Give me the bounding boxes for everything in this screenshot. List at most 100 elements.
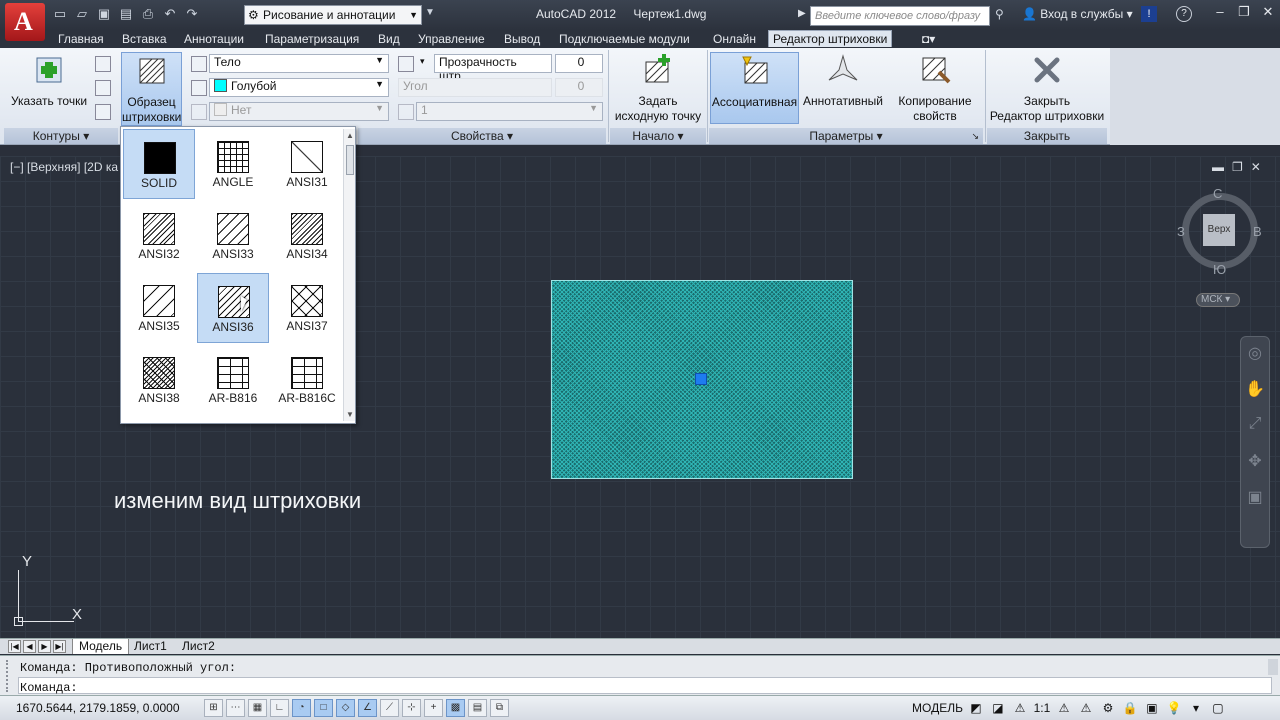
selection-cycling-icon[interactable]: ⧉ (490, 699, 509, 717)
pattern-solid[interactable]: SOLID (123, 129, 195, 199)
help-icon[interactable]: ? (1176, 6, 1192, 22)
hatch-type-select[interactable]: Тело ▼ (209, 54, 389, 73)
orbit-icon[interactable]: ✥ (1241, 451, 1269, 481)
pattern-ar-b816c[interactable]: AR-B816C (271, 345, 343, 415)
close-icon[interactable]: ✕ (1256, 0, 1280, 24)
tab-annotate[interactable]: Аннотации (180, 31, 248, 47)
ucs-menu[interactable]: МСК ▾ (1196, 293, 1240, 307)
transparency-toggle-icon[interactable]: ▩ (446, 699, 465, 717)
minimize-icon[interactable]: – (1208, 0, 1232, 24)
pattern-ansi31[interactable]: ANSI31 (271, 129, 343, 199)
pattern-ansi37[interactable]: ANSI37 (271, 273, 343, 343)
undo-icon[interactable]: ↶ (162, 6, 178, 22)
tab-view[interactable]: Вид (374, 31, 404, 47)
print-icon[interactable]: ⎙ (140, 6, 156, 22)
new-icon[interactable]: ▭ (52, 6, 68, 22)
lineweight-icon[interactable]: + (424, 699, 443, 717)
pattern-ansi34[interactable]: ANSI34 (271, 201, 343, 271)
prev-layout-icon[interactable]: ◀ (23, 640, 36, 653)
hatch-color-select[interactable]: Голубой ▼ (209, 78, 389, 97)
object-snap-tracking-icon[interactable]: ∠ (358, 699, 377, 717)
pattern-ansi35[interactable]: ANSI35 (123, 273, 195, 343)
select-objects-icon[interactable] (95, 56, 111, 72)
object-snap-icon[interactable]: □ (314, 699, 333, 717)
status-menu-icon[interactable]: ▾ (1187, 699, 1205, 717)
pan-icon[interactable]: ✋ (1241, 379, 1269, 409)
annotative-button[interactable]: Аннотативный (801, 54, 885, 124)
recreate-boundary-icon[interactable] (95, 104, 111, 120)
dynamic-input-icon[interactable]: ⊹ (402, 699, 421, 717)
annotation-scale-icon[interactable]: ⚠ (1011, 699, 1029, 717)
hatch-grip[interactable] (695, 373, 707, 385)
zoom-icon[interactable]: ⤢ (1241, 415, 1269, 445)
save-as-icon[interactable]: ▤ (118, 6, 134, 22)
tab-output[interactable]: Вывод (500, 31, 544, 47)
panel-options-label[interactable]: Параметры ▾ ↘ (709, 128, 983, 144)
close-hatch-editor-button[interactable]: Закрыть Редактор штриховки (988, 54, 1106, 124)
binoculars-icon[interactable]: ⚲ (995, 7, 1004, 21)
model-space-toggle[interactable]: МОДЕЛЬ (912, 699, 963, 717)
lock-icon[interactable]: 🔒 (1121, 699, 1139, 717)
tab-layout1[interactable]: Лист1 (128, 639, 173, 654)
tab-online[interactable]: Онлайн (709, 31, 760, 47)
tab-model[interactable]: Модель (72, 639, 130, 654)
cursor-coordinates[interactable]: 1670.5644, 2179.1859, 0.0000 (16, 701, 180, 715)
infer-constraints-icon[interactable]: ⊞ (204, 699, 223, 717)
hardware-acceleration-icon[interactable]: ▣ (1143, 699, 1161, 717)
viewport-controls[interactable]: [−] [Верхняя] [2D ка (10, 160, 118, 174)
qa-more-icon[interactable]: ▼ (425, 7, 435, 18)
snap-mode-icon[interactable]: ⋯ (226, 699, 245, 717)
scale-field[interactable]: 1 ▼ (416, 102, 603, 121)
search-input[interactable]: Введите ключевое слово/фразу (810, 6, 990, 26)
remove-boundaries-icon[interactable] (95, 80, 111, 96)
ribbon-options-icon[interactable]: ◘▾ (918, 31, 939, 47)
transparency-label-field[interactable]: Прозрачность штр... (434, 54, 552, 83)
match-properties-button[interactable]: Копирование свойств (890, 54, 980, 124)
gallery-scrollbar[interactable]: ▲ ▼ (343, 129, 355, 421)
set-origin-button[interactable]: Задать исходную точку (612, 54, 704, 124)
panel-origin-label[interactable]: Начало ▾ (610, 128, 706, 144)
polar-tracking-icon[interactable]: ◔ (292, 699, 311, 717)
workspace-selector[interactable]: ⚙ Рисование и аннотации ▼ (244, 5, 422, 25)
minimize-icon[interactable]: ▬ (1212, 160, 1224, 174)
restore-icon[interactable]: ❐ (1232, 160, 1243, 174)
grid-icon[interactable]: ▦ (248, 699, 267, 717)
next-layout-icon[interactable]: ▶ (38, 640, 51, 653)
quick-properties-icon[interactable]: ▤ (468, 699, 487, 717)
panel-properties-label[interactable]: Свойства ▾ (358, 128, 606, 144)
tab-home[interactable]: Главная (54, 31, 108, 47)
compass-south[interactable]: Ю (1213, 262, 1226, 277)
viewcube-face[interactable]: Верх (1203, 214, 1235, 246)
ortho-icon[interactable]: ∟ (270, 699, 289, 717)
compass-west[interactable]: З (1177, 224, 1185, 239)
ducs-icon[interactable]: ⟋ (380, 699, 399, 717)
tab-layout2[interactable]: Лист2 (176, 639, 221, 654)
annotation-visibility-icon[interactable]: ⚠ (1055, 699, 1073, 717)
application-menu-button[interactable] (5, 3, 45, 41)
save-icon[interactable]: ▣ (96, 6, 112, 22)
signin-button[interactable]: 👤 Вход в службы ▾ (1022, 7, 1133, 21)
exchange-icon[interactable]: ! (1141, 6, 1157, 22)
scroll-thumb[interactable] (346, 145, 354, 175)
auto-scale-icon[interactable]: ⚠ (1077, 699, 1095, 717)
pattern-ansi38[interactable]: ANSI38 (123, 345, 195, 415)
command-input[interactable] (18, 677, 1272, 694)
restore-icon[interactable]: ❐ (1232, 0, 1256, 24)
angle-value-field[interactable]: 0 (555, 78, 603, 97)
quick-view-drawings-icon[interactable]: ◪ (989, 699, 1007, 717)
quick-view-layouts-icon[interactable]: ◩ (967, 699, 985, 717)
redo-icon[interactable]: ↷ (184, 6, 200, 22)
tab-hatch-editor[interactable]: Редактор штриховки (768, 30, 893, 47)
last-layout-icon[interactable]: ▶| (53, 640, 66, 653)
pattern-ansi36[interactable]: ANSI36 (197, 273, 269, 343)
compass-north[interactable]: С (1213, 186, 1222, 201)
tab-parametric[interactable]: Параметризация (261, 31, 363, 47)
isolate-objects-icon[interactable]: 💡 (1165, 699, 1183, 717)
pattern-ansi32[interactable]: ANSI32 (123, 201, 195, 271)
compass-east[interactable]: В (1253, 224, 1262, 239)
first-layout-icon[interactable]: |◀ (8, 640, 21, 653)
3d-osnap-icon[interactable]: ◇ (336, 699, 355, 717)
dialog-launcher-icon[interactable]: ↘ (971, 128, 979, 144)
pattern-angle[interactable]: ANGLE (197, 129, 269, 199)
pattern-ansi33[interactable]: ANSI33 (197, 201, 269, 271)
